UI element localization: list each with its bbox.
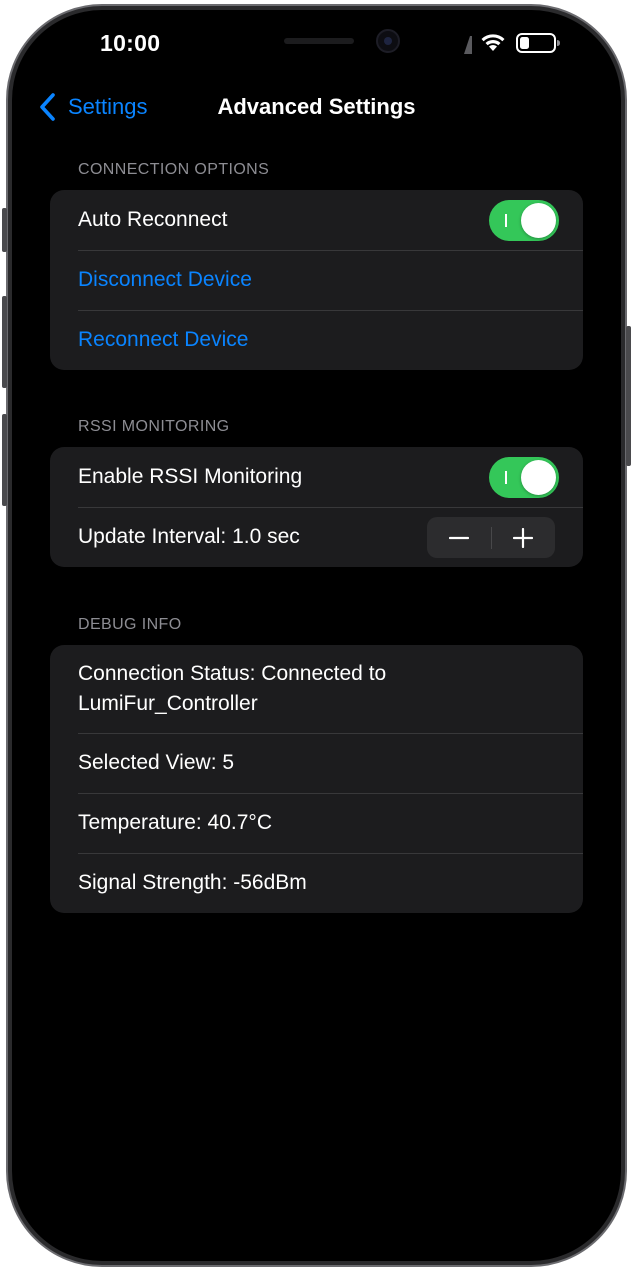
speaker-grille xyxy=(284,38,354,44)
page-title: Advanced Settings xyxy=(217,94,416,119)
stepper-increment-button[interactable] xyxy=(492,517,556,558)
section-header-rssi-monitoring: RSSI MONITORING xyxy=(78,418,230,435)
disconnect-device-button[interactable]: Disconnect Device xyxy=(78,268,252,292)
group-connection-options: Auto Reconnect Disconnect Device Reconne… xyxy=(50,190,583,370)
battery-icon xyxy=(516,33,560,53)
stepper-decrement-button[interactable] xyxy=(427,517,491,558)
update-interval-stepper[interactable] xyxy=(427,517,555,558)
row-auto-reconnect: Auto Reconnect xyxy=(50,190,583,250)
section-header-connection-options: CONNECTION OPTIONS xyxy=(78,161,270,178)
row-signal-strength: Signal Strength: -56dBm xyxy=(50,853,583,913)
row-selected-view: Selected View: 5 xyxy=(50,733,583,793)
group-debug-info: Connection Status: Connected to LumiFur_… xyxy=(50,645,583,913)
signal-strength-text: Signal Strength: -56dBm xyxy=(78,871,307,894)
wifi-icon xyxy=(481,34,505,51)
reconnect-device-button[interactable]: Reconnect Device xyxy=(78,328,248,352)
screen: 10:00 Settings Advanced Settings CONNECT… xyxy=(12,10,621,1261)
row-connection-status: Connection Status: Connected to LumiFur_… xyxy=(50,645,583,733)
row-temperature: Temperature: 40.7°C xyxy=(50,793,583,853)
group-rssi-monitoring: Enable RSSI Monitoring Update Interval: … xyxy=(50,447,583,567)
toggle-knob xyxy=(521,460,556,495)
temperature-text: Temperature: 40.7°C xyxy=(78,811,272,834)
row-enable-rssi: Enable RSSI Monitoring xyxy=(50,447,583,507)
enable-rssi-toggle[interactable] xyxy=(489,457,559,498)
silent-switch xyxy=(2,208,7,252)
volume-up-button xyxy=(2,296,7,388)
front-camera xyxy=(376,29,400,53)
power-button xyxy=(626,326,631,466)
status-time: 10:00 xyxy=(100,30,161,56)
toggle-knob xyxy=(521,203,556,238)
minus-icon xyxy=(448,536,469,539)
selected-view-text: Selected View: 5 xyxy=(78,751,235,774)
volume-down-button xyxy=(2,414,7,506)
row-reconnect-device[interactable]: Reconnect Device xyxy=(50,310,583,370)
update-interval-label: Update Interval: 1.0 sec xyxy=(78,525,300,548)
auto-reconnect-label: Auto Reconnect xyxy=(78,208,228,231)
cellular-signal-icon xyxy=(464,36,472,54)
connection-status-text: Connection Status: Connected to LumiFur_… xyxy=(78,662,387,715)
section-header-debug-info: DEBUG INFO xyxy=(78,616,182,633)
row-disconnect-device[interactable]: Disconnect Device xyxy=(50,250,583,310)
row-update-interval: Update Interval: 1.0 sec xyxy=(50,507,583,567)
auto-reconnect-toggle[interactable] xyxy=(489,200,559,241)
enable-rssi-label: Enable RSSI Monitoring xyxy=(78,465,303,488)
plus-icon xyxy=(513,527,534,548)
